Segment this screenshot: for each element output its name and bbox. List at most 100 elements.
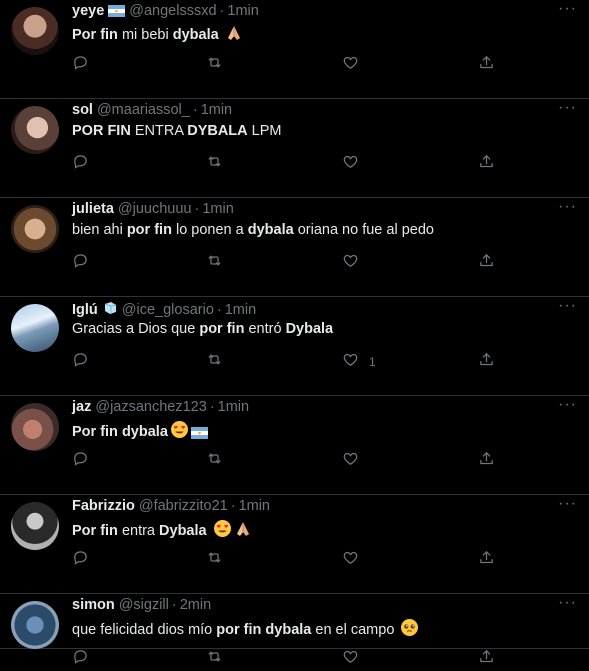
- like-button[interactable]: [342, 154, 359, 174]
- tweet-text-segment: que felicidad dios mío: [72, 622, 217, 638]
- reply-button[interactable]: [72, 253, 89, 273]
- avatar[interactable]: [11, 601, 59, 649]
- avatar[interactable]: [11, 304, 59, 352]
- tweet-text: Por fin entra Dybala: [72, 519, 252, 542]
- retweet-button[interactable]: [206, 550, 223, 570]
- retweet-button[interactable]: [206, 352, 223, 372]
- display-name[interactable]: Iglú: [72, 302, 98, 318]
- user-handle[interactable]: @angelsssxd: [129, 3, 216, 19]
- pleading-face-icon: [400, 618, 419, 641]
- share-icon: [478, 648, 495, 670]
- avatar[interactable]: [11, 7, 59, 55]
- display-name[interactable]: simon: [72, 597, 115, 613]
- tweet-text: que felicidad dios mío por fin dybala en…: [72, 618, 419, 641]
- retweet-button[interactable]: [206, 649, 223, 669]
- more-options-icon[interactable]: ···: [558, 396, 577, 414]
- display-name[interactable]: yeye: [72, 3, 104, 19]
- heart-icon: [342, 450, 359, 472]
- tweet-row[interactable]: sol @maariassol_ · 1min ··· POR FIN ENTRA DYB…: [0, 99, 589, 198]
- avatar[interactable]: [11, 502, 59, 550]
- timestamp[interactable]: 1min: [227, 3, 258, 19]
- timestamp[interactable]: 1min: [218, 399, 249, 415]
- reply-button[interactable]: [72, 550, 89, 570]
- share-button[interactable]: [478, 352, 495, 372]
- timestamp[interactable]: 1min: [202, 201, 233, 217]
- share-button[interactable]: [478, 253, 495, 273]
- reply-icon: [72, 153, 89, 175]
- tweet-text-segment: DYBALA: [187, 123, 248, 139]
- retweet-icon: [206, 450, 223, 472]
- timestamp[interactable]: 1min: [225, 302, 256, 318]
- more-options-icon[interactable]: ···: [558, 0, 577, 18]
- like-button[interactable]: 1: [342, 352, 376, 372]
- share-button[interactable]: [478, 451, 495, 471]
- folded-hands-icon: [234, 520, 252, 542]
- tweet-text-segment: [207, 523, 211, 539]
- separator-dot: ·: [219, 3, 225, 19]
- reply-button[interactable]: [72, 352, 89, 372]
- timestamp[interactable]: 2min: [180, 597, 211, 613]
- tweet-row[interactable]: julieta @juuchuuu · 1min ··· bien ahi por fin…: [0, 198, 589, 297]
- more-options-icon[interactable]: ···: [558, 297, 577, 315]
- tweet-row[interactable]: jaz @jazsanchez123 · 1min ··· Por fin dybala: [0, 396, 589, 495]
- tweet-header: Iglú @ice_glosario · 1min: [72, 300, 256, 320]
- share-icon: [478, 549, 495, 571]
- user-handle[interactable]: @maariassol_: [97, 102, 190, 118]
- separator-dot: ·: [194, 201, 200, 217]
- tweet-header: sol @maariassol_ · 1min: [72, 102, 232, 118]
- heart-icon: [342, 252, 359, 274]
- tweet-text: Gracias a Dios que por fin entró Dybala: [72, 321, 333, 337]
- like-button[interactable]: [342, 451, 359, 471]
- display-name[interactable]: Fabrizzio: [72, 498, 135, 514]
- user-handle[interactable]: @ice_glosario: [122, 302, 214, 318]
- share-button[interactable]: [478, 550, 495, 570]
- user-handle[interactable]: @juuchuuu: [118, 201, 192, 217]
- share-button[interactable]: [478, 154, 495, 174]
- tweet-row[interactable]: Iglú @ice_glosario · 1min ··· Gracias a Dios …: [0, 297, 589, 396]
- like-button[interactable]: [342, 253, 359, 273]
- user-handle[interactable]: @jazsanchez123: [95, 399, 206, 415]
- display-name[interactable]: julieta: [72, 201, 114, 217]
- tweet-text: Por fin mi bebi dybala: [72, 24, 243, 46]
- more-options-icon[interactable]: ···: [558, 99, 577, 117]
- separator-dot: ·: [216, 302, 222, 318]
- display-name[interactable]: sol: [72, 102, 93, 118]
- more-options-icon[interactable]: ···: [558, 495, 577, 513]
- more-options-icon[interactable]: ···: [558, 198, 577, 216]
- timestamp[interactable]: 1min: [201, 102, 232, 118]
- retweet-button[interactable]: [206, 451, 223, 471]
- reply-button[interactable]: [72, 649, 89, 669]
- avatar[interactable]: [11, 106, 59, 154]
- more-options-icon[interactable]: ···: [558, 594, 577, 612]
- tweet-text-segment: mi bebi: [117, 27, 173, 43]
- like-button[interactable]: [342, 550, 359, 570]
- user-handle[interactable]: @fabrizzito21: [139, 498, 228, 514]
- reply-button[interactable]: [72, 55, 89, 75]
- tweet-row[interactable]: Fabrizzio @fabrizzito21 · 1min ··· Por fin en…: [0, 495, 589, 594]
- heart-icon: [342, 54, 359, 76]
- timestamp[interactable]: 1min: [239, 498, 270, 514]
- retweet-button[interactable]: [206, 253, 223, 273]
- tweet-text-segment: dybala: [172, 27, 219, 43]
- tweet-text-segment: entró: [244, 321, 286, 337]
- share-icon: [478, 153, 495, 175]
- like-button[interactable]: [342, 649, 359, 669]
- share-icon: [478, 54, 495, 76]
- reply-button[interactable]: [72, 154, 89, 174]
- display-name[interactable]: jaz: [72, 399, 91, 415]
- reply-icon: [72, 54, 89, 76]
- retweet-icon: [206, 549, 223, 571]
- like-button[interactable]: [342, 55, 359, 75]
- reply-button[interactable]: [72, 451, 89, 471]
- avatar[interactable]: [11, 403, 59, 451]
- tweet-text-segment: por fin: [199, 321, 245, 337]
- share-button[interactable]: [478, 649, 495, 669]
- retweet-button[interactable]: [206, 55, 223, 75]
- tweet-row[interactable]: yeye @angelsssxd · 1min ··· Por fin mi bebi d…: [0, 0, 589, 99]
- tweet-header: julieta @juuchuuu · 1min: [72, 201, 234, 217]
- share-button[interactable]: [478, 55, 495, 75]
- retweet-button[interactable]: [206, 154, 223, 174]
- avatar[interactable]: [11, 205, 59, 253]
- user-handle[interactable]: @sigzill: [119, 597, 169, 613]
- tweet-row[interactable]: simon @sigzill · 2min ··· que felicidad dios …: [0, 594, 589, 664]
